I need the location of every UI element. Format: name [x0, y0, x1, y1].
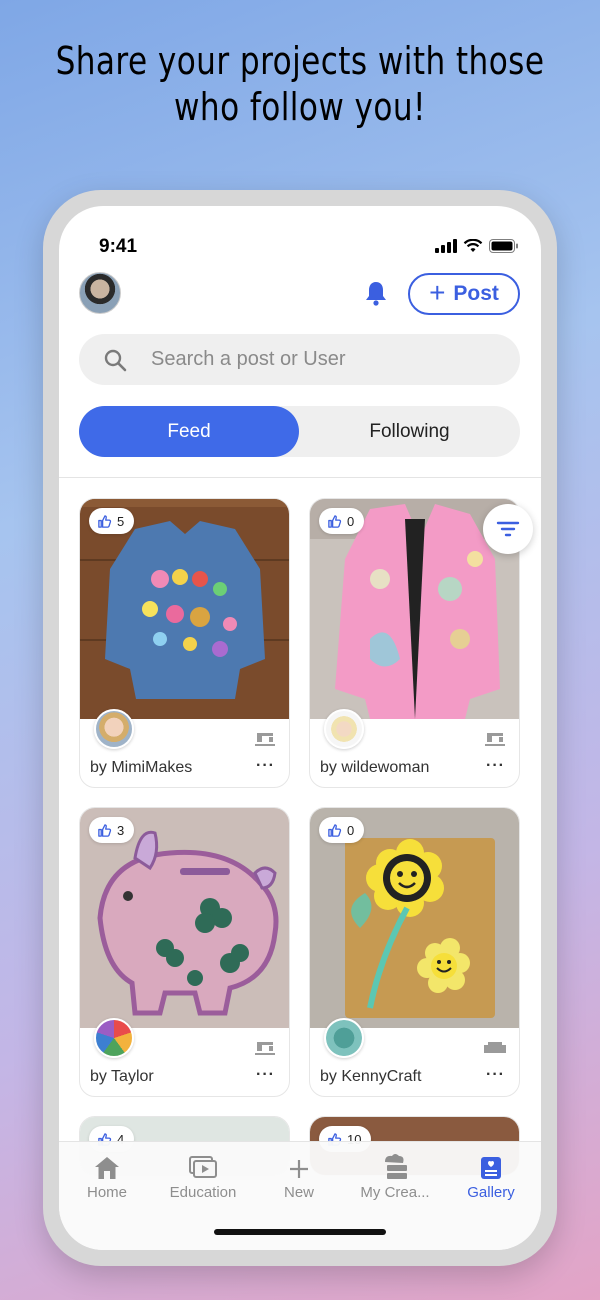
tab-label: My Crea...: [360, 1184, 430, 1201]
like-badge[interactable]: 5: [89, 508, 135, 534]
status-time: 9:41: [99, 236, 138, 257]
like-badge[interactable]: 0: [319, 508, 365, 534]
tab-label: Gallery: [467, 1184, 515, 1201]
battery-icon: [489, 239, 518, 253]
feed-toggle: Feed Following: [79, 406, 520, 457]
signal-icon: [435, 239, 457, 253]
like-count: 5: [117, 513, 125, 529]
tab-education[interactable]: Education: [155, 1152, 251, 1201]
app-screen: 9:41 + Post Search a post or User Feed F…: [59, 206, 541, 1250]
search-input[interactable]: [151, 348, 471, 371]
user-avatar[interactable]: [79, 272, 121, 314]
tab-home[interactable]: Home: [59, 1152, 155, 1201]
wifi-icon: [463, 239, 483, 252]
filter-icon: [496, 521, 520, 537]
sewing-machine-icon: [255, 733, 275, 746]
post-card[interactable]: 3 by Taylor ···: [79, 807, 290, 1097]
divider: [59, 477, 541, 478]
author-avatar[interactable]: [94, 1018, 134, 1058]
like-badge[interactable]: 3: [89, 817, 135, 843]
bell-icon[interactable]: [364, 280, 388, 306]
video-icon: [189, 1156, 217, 1178]
home-icon: [95, 1157, 119, 1179]
thumbs-up-icon: [328, 514, 342, 528]
sewing-machine-icon: [485, 733, 505, 746]
search-icon: [104, 349, 127, 371]
phone-frame: 9:41 + Post Search a post or User Feed F…: [43, 190, 557, 1266]
post-button-label: Post: [453, 282, 499, 305]
author-avatar[interactable]: [324, 709, 364, 749]
tab-following[interactable]: Following: [299, 406, 520, 457]
thumbs-up-icon: [98, 823, 112, 837]
more-button[interactable]: ···: [486, 1066, 505, 1084]
author-avatar[interactable]: [94, 709, 134, 749]
tab-new[interactable]: New: [251, 1152, 347, 1201]
thumbs-up-icon: [328, 823, 342, 837]
cutting-machine-icon: [484, 1042, 506, 1053]
home-indicator: [214, 1229, 386, 1235]
more-button[interactable]: ···: [256, 757, 275, 775]
tab-my-creations[interactable]: My Crea...: [347, 1152, 443, 1201]
gallery-icon: [481, 1157, 501, 1179]
headline: Share your projects with those who follo…: [55, 39, 545, 129]
author-name[interactable]: by wildewoman: [320, 759, 429, 777]
tab-feed[interactable]: Feed: [79, 406, 299, 457]
tab-label: New: [283, 1184, 314, 1201]
thumbs-up-icon: [98, 514, 112, 528]
tab-gallery[interactable]: Gallery: [443, 1152, 539, 1201]
status-icons: [435, 239, 519, 253]
search-bar[interactable]: [79, 334, 520, 385]
more-button[interactable]: ···: [256, 1066, 275, 1084]
author-name[interactable]: by Taylor: [90, 1068, 154, 1086]
post-card[interactable]: 0 by KennyCraft ···: [309, 807, 520, 1097]
like-count: 0: [347, 822, 355, 838]
author-name[interactable]: by MimiMakes: [90, 759, 192, 777]
plus-icon: +: [429, 276, 446, 308]
filter-button[interactable]: [483, 504, 533, 554]
author-avatar[interactable]: [324, 1018, 364, 1058]
more-button[interactable]: ···: [486, 757, 505, 775]
plus-icon: [290, 1160, 308, 1178]
like-count: 0: [347, 513, 355, 529]
like-count: 3: [117, 822, 125, 838]
post-card[interactable]: 5 by MimiMakes ···: [79, 498, 290, 788]
tab-label: Home: [86, 1184, 127, 1201]
sewing-machine-icon: [255, 1042, 275, 1055]
creations-icon: [385, 1154, 407, 1179]
post-button[interactable]: + Post: [408, 273, 520, 315]
author-name[interactable]: by KennyCraft: [320, 1068, 421, 1086]
like-badge[interactable]: 0: [319, 817, 365, 843]
tab-label: Education: [169, 1184, 237, 1201]
status-bar: 9:41: [59, 206, 541, 266]
